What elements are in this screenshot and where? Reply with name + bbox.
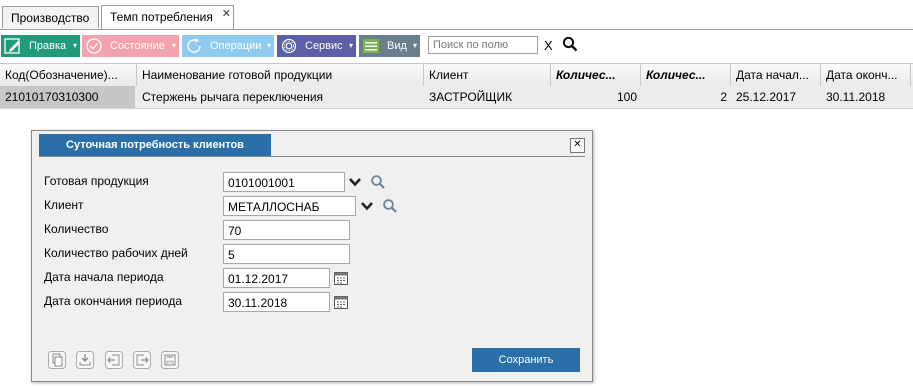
view-list-icon <box>363 39 379 53</box>
chevron-down-icon[interactable] <box>347 174 363 190</box>
close-icon[interactable]: ✕ <box>570 138 585 153</box>
field-label-product: Готовая продукция <box>44 174 149 188</box>
table-cell[interactable]: 21010170310300 <box>0 86 135 108</box>
quantity-field[interactable]: 70 <box>223 220 350 240</box>
download-icon[interactable] <box>76 351 94 369</box>
chevron-down-icon[interactable] <box>359 198 375 214</box>
table-cell[interactable]: 2 <box>641 86 731 108</box>
tab-consumption-rate[interactable]: Темп потребления ✕ <box>101 5 234 29</box>
tab-production[interactable]: Производство <box>2 6 99 28</box>
field-label-client: Клиент <box>44 198 84 212</box>
tab-close-icon[interactable]: ✕ <box>222 3 231 25</box>
search-icon[interactable] <box>562 36 578 52</box>
tab-consumption-rate-label: Темп потребления <box>110 10 213 24</box>
dialog-title: Суточная потребность клиентов <box>39 134 271 156</box>
chevron-down-icon: ▾ <box>171 41 176 50</box>
search-icon[interactable] <box>370 174 386 190</box>
table-row[interactable]: 21010170310300 Стержень рычага переключе… <box>0 86 913 109</box>
view-menu-label: Вид <box>387 40 407 52</box>
column-header-quantity[interactable]: Количес... <box>551 64 641 86</box>
edit-menu-label: Правка <box>29 40 67 52</box>
tab-production-label: Производство <box>11 11 90 25</box>
column-header-product-name[interactable]: Наименование готовой продукции <box>137 64 424 86</box>
state-menu-button[interactable]: Состояние ▾ <box>82 35 179 57</box>
table-cell[interactable]: ЗАСТРОЙЩИК <box>424 86 551 108</box>
table-cell[interactable]: 100 <box>551 86 641 108</box>
chevron-down-icon: ▾ <box>72 41 77 50</box>
field-label-start-date: Дата начала периода <box>44 270 164 284</box>
state-menu-label: Состояние <box>110 40 165 52</box>
field-label-working-days: Количество рабочих дней <box>44 246 188 260</box>
working-days-field[interactable]: 5 <box>223 244 350 264</box>
chevron-down-icon: ▾ <box>412 41 417 50</box>
client-field[interactable]: МЕТАЛЛОСНАБ <box>223 196 356 216</box>
table-cell[interactable]: Стержень рычага переключения <box>137 86 424 108</box>
save-icon[interactable] <box>161 351 179 369</box>
field-label-end-date: Дата окончания периода <box>44 294 182 308</box>
search-input[interactable] <box>428 36 538 54</box>
operations-menu-button[interactable]: Операции ▾ <box>182 35 274 57</box>
chevron-down-icon: ▾ <box>348 41 353 50</box>
daily-demand-dialog: Суточная потребность клиентов ✕ Готовая … <box>31 130 593 382</box>
start-date-field[interactable]: 01.12.2017 <box>223 268 330 288</box>
service-menu-button[interactable]: Сервис ▾ <box>277 35 356 57</box>
end-date-field[interactable]: 30.11.2018 <box>223 292 330 312</box>
column-header-start-date[interactable]: Дата начал... <box>731 64 821 86</box>
chevron-down-icon: ▾ <box>266 41 271 50</box>
grid-header: Код(Обозначение)... Наименование готовой… <box>0 63 913 87</box>
view-menu-button[interactable]: Вид ▾ <box>359 35 420 57</box>
operations-menu-label: Операции <box>210 40 262 52</box>
product-field[interactable]: 0101001001 <box>223 172 345 192</box>
column-header-code[interactable]: Код(Обозначение)... <box>0 64 137 86</box>
field-label-quantity: Количество <box>44 222 109 236</box>
check-circle-icon <box>86 38 102 54</box>
edit-menu-button[interactable]: Правка ▾ <box>1 35 80 57</box>
column-header-end-date[interactable]: Дата оконч... <box>821 64 911 86</box>
copy-icon[interactable] <box>48 351 66 369</box>
column-header-client[interactable]: Клиент <box>424 64 551 86</box>
calendar-icon[interactable] <box>333 270 349 286</box>
gear-icon <box>281 38 297 54</box>
save-button[interactable]: Сохранить <box>472 348 580 372</box>
pencil-icon <box>4 38 20 54</box>
column-header-quantity-days[interactable]: Количес... <box>641 64 731 86</box>
service-menu-label: Сервис <box>305 40 343 52</box>
divider <box>39 156 585 157</box>
import-icon[interactable] <box>105 351 123 369</box>
export-icon[interactable] <box>133 351 151 369</box>
search-icon[interactable] <box>382 198 398 214</box>
refresh-icon <box>187 38 201 53</box>
tab-bar: Производство Темп потребления ✕ <box>0 0 913 30</box>
calendar-icon[interactable] <box>333 294 349 310</box>
table-cell[interactable]: 30.11.2018 <box>821 86 911 108</box>
table-cell[interactable]: 25.12.2017 <box>731 86 821 108</box>
clear-search-button[interactable]: X <box>544 38 553 53</box>
